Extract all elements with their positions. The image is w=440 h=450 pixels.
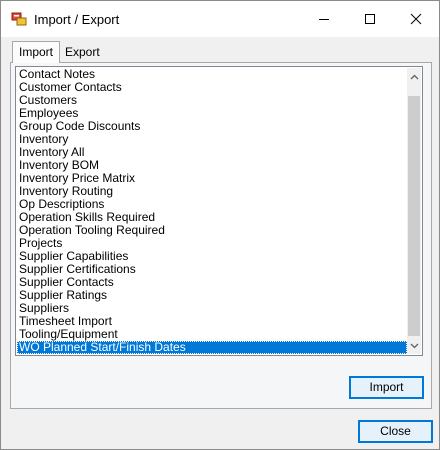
import-type-list: Contact Notes Customer Contacts Customers E… [17, 68, 407, 354]
scroll-thumb[interactable] [408, 96, 420, 336]
chevron-up-icon [410, 74, 418, 79]
tab-export[interactable]: Export [59, 43, 106, 61]
chevron-down-icon [410, 343, 418, 348]
minimize-icon [319, 19, 329, 20]
window-close-button[interactable] [393, 1, 439, 37]
import-type-listbox[interactable]: Contact Notes Customer Contacts Customers E… [15, 66, 423, 356]
list-item[interactable]: Operation Tooling Required [17, 224, 407, 237]
import-export-window: Import / Export Import Export Contact No… [0, 0, 440, 450]
app-icon [11, 12, 27, 26]
close-icon [410, 13, 422, 25]
window-title: Import / Export [34, 12, 120, 27]
list-item[interactable]: WO Planned Start/Finish Dates [17, 341, 407, 354]
maximize-icon [365, 14, 375, 24]
list-item[interactable]: Group Code Discounts [17, 120, 407, 133]
import-button[interactable]: Import [349, 376, 424, 399]
vertical-scrollbar[interactable] [407, 68, 421, 354]
list-item[interactable]: Supplier Ratings [17, 289, 407, 302]
minimize-button[interactable] [301, 1, 347, 37]
close-button[interactable]: Close [358, 420, 433, 443]
tab-import[interactable]: Import [12, 41, 61, 63]
scroll-down-button[interactable] [407, 337, 421, 354]
maximize-button[interactable] [347, 1, 393, 37]
title-bar[interactable]: Import / Export [1, 1, 439, 37]
scroll-up-button[interactable] [407, 68, 421, 85]
